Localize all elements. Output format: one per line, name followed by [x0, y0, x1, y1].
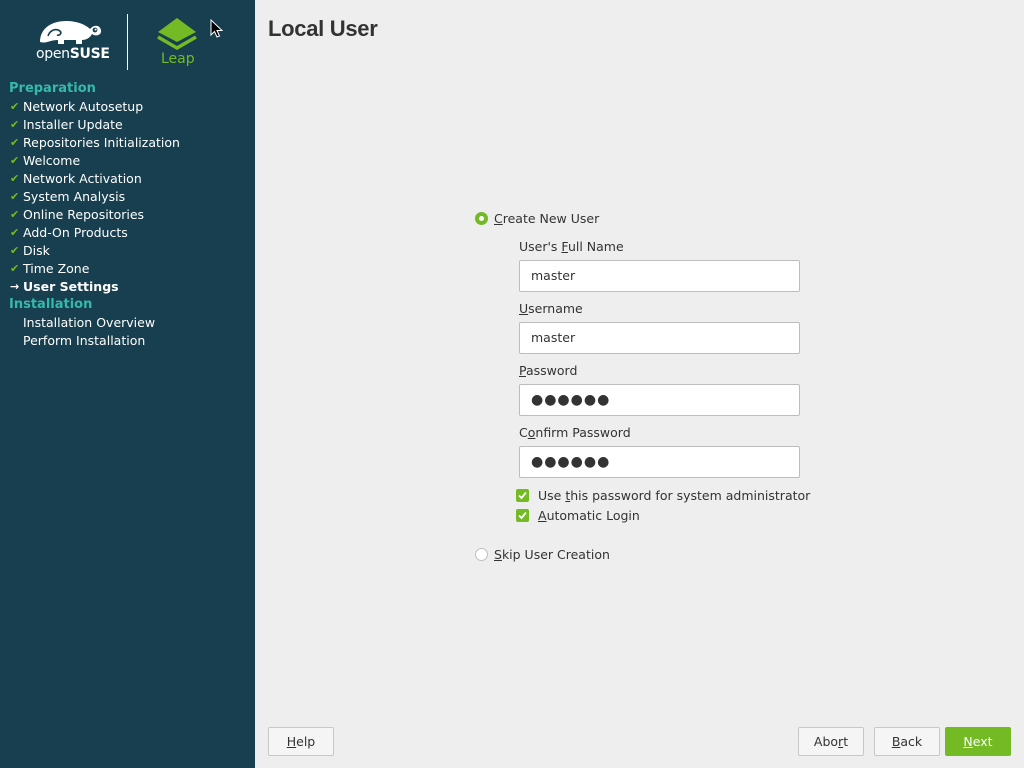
- password-label: Password: [519, 363, 578, 378]
- logo-area: openSUSE Leap: [0, 0, 255, 82]
- checkmark-icon: ✔: [10, 190, 20, 203]
- leap-layers-icon: [157, 18, 197, 51]
- full-name-field[interactable]: master: [519, 260, 800, 292]
- main-content: Local User Create New User User's Full N…: [255, 0, 1024, 768]
- checkmark-icon: ✔: [10, 208, 20, 221]
- mouse-cursor-icon: [210, 19, 224, 38]
- installation-steps-nav: Preparation ✔ Network Autosetup ✔ Installer …: [0, 80, 255, 350]
- nav-item-label: Welcome: [23, 153, 81, 168]
- create-new-user-label: Create New User: [494, 211, 600, 226]
- nav-item-online-repositories: ✔ Online Repositories: [0, 206, 255, 224]
- leap-wordmark: Leap: [161, 51, 195, 67]
- nav-item-label: Add-On Products: [23, 225, 128, 240]
- leap-logo: Leap: [156, 16, 198, 68]
- arrow-right-icon: →: [10, 280, 20, 293]
- nav-item-label: Online Repositories: [23, 207, 145, 222]
- nav-item-installation-overview: Installation Overview: [0, 314, 255, 332]
- nav-item-label: Perform Installation: [23, 333, 146, 348]
- nav-item-add-on-products: ✔ Add-On Products: [0, 224, 255, 242]
- password-field[interactable]: ●●●●●●: [519, 384, 800, 416]
- nav-item-time-zone: ✔ Time Zone: [0, 260, 255, 278]
- opensuse-logo: openSUSE: [34, 18, 110, 64]
- nav-section-installation: Installation: [9, 297, 93, 312]
- nav-item-label: Installer Update: [23, 117, 123, 132]
- checkmark-icon: ✔: [10, 262, 20, 275]
- nav-item-installer-update: ✔ Installer Update: [0, 116, 255, 134]
- nav-item-label: Network Activation: [23, 171, 142, 186]
- nav-item-user-settings: → User Settings: [0, 278, 255, 296]
- radio-unselected-icon: [475, 548, 488, 561]
- nav-item-disk: ✔ Disk: [0, 242, 255, 260]
- nav-item-perform-installation: Perform Installation: [0, 332, 255, 350]
- nav-item-welcome: ✔ Welcome: [0, 152, 255, 170]
- nav-item-label: Time Zone: [23, 261, 90, 276]
- checkmark-icon: ✔: [10, 244, 20, 257]
- confirm-password-field[interactable]: ●●●●●●: [519, 446, 800, 478]
- use-password-for-admin-label: Use this password for system administrat…: [538, 488, 811, 503]
- nav-item-label: System Analysis: [23, 189, 126, 204]
- geeko-chameleon-icon: [40, 21, 102, 44]
- checkmark-icon: ✔: [10, 100, 20, 113]
- automatic-login-label: Automatic Login: [538, 508, 640, 523]
- nav-item-label: Disk: [23, 243, 50, 258]
- checkmark-icon: ✔: [10, 172, 20, 185]
- nav-item-label: User Settings: [23, 279, 119, 294]
- logo-divider: [127, 14, 128, 70]
- nav-item-label: Installation Overview: [23, 315, 156, 330]
- checkmark-icon: ✔: [10, 118, 20, 131]
- back-button[interactable]: Back: [874, 727, 940, 756]
- nav-item-system-analysis: ✔ System Analysis: [0, 188, 255, 206]
- nav-item-label: Network Autosetup: [23, 99, 144, 114]
- skip-user-creation-radio[interactable]: Skip User Creation: [475, 547, 610, 562]
- automatic-login-checkbox[interactable]: Automatic Login: [516, 508, 640, 523]
- nav-item-repositories-initialization: ✔ Repositories Initialization: [0, 134, 255, 152]
- username-field[interactable]: master: [519, 322, 800, 354]
- checkmark-icon: ✔: [10, 226, 20, 239]
- confirm-password-label: Confirm Password: [519, 425, 631, 440]
- checkmark-icon: ✔: [10, 136, 20, 149]
- radio-selected-icon: [475, 212, 488, 225]
- create-new-user-radio[interactable]: Create New User: [475, 211, 599, 226]
- username-label: Username: [519, 301, 583, 316]
- nav-item-network-activation: ✔ Network Activation: [0, 170, 255, 188]
- checkbox-checked-icon: [516, 509, 529, 522]
- checkbox-checked-icon: [516, 489, 529, 502]
- nav-section-preparation: Preparation: [9, 81, 96, 96]
- nav-item-network-autosetup: ✔ Network Autosetup: [0, 98, 255, 116]
- full-name-label: User's Full Name: [519, 239, 624, 254]
- sidebar: openSUSE Leap Preparation ✔ Network Autose…: [0, 0, 255, 768]
- help-button[interactable]: Help: [268, 727, 334, 756]
- abort-button[interactable]: Abort: [798, 727, 864, 756]
- skip-user-creation-label: Skip User Creation: [494, 547, 610, 562]
- nav-item-label: Repositories Initialization: [23, 135, 180, 150]
- opensuse-wordmark: openSUSE: [36, 46, 110, 62]
- page-title: Local User: [268, 16, 378, 41]
- use-password-for-admin-checkbox[interactable]: Use this password for system administrat…: [516, 488, 810, 503]
- checkmark-icon: ✔: [10, 154, 20, 167]
- next-button[interactable]: Next: [945, 727, 1011, 756]
